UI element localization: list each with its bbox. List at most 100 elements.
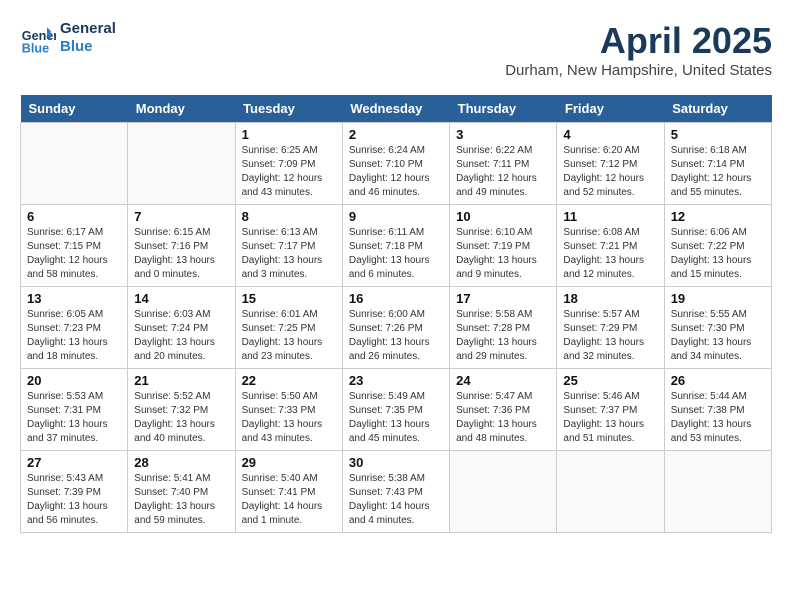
day-number: 3 <box>456 127 550 142</box>
day-number: 2 <box>349 127 443 142</box>
day-number: 10 <box>456 209 550 224</box>
day-info: Sunrise: 6:11 AM Sunset: 7:18 PM Dayligh… <box>349 226 443 282</box>
day-number: 8 <box>242 209 336 224</box>
calendar-cell: 16 Sunrise: 6:00 AM Sunset: 7:26 PM Dayli… <box>342 287 449 369</box>
calendar-cell: 25 Sunrise: 5:46 AM Sunset: 7:37 PM Dayli… <box>557 369 664 451</box>
day-number: 13 <box>27 291 121 306</box>
day-info: Sunrise: 6:20 AM Sunset: 7:12 PM Dayligh… <box>563 144 657 200</box>
day-info: Sunrise: 6:10 AM Sunset: 7:19 PM Dayligh… <box>456 226 550 282</box>
calendar-cell: 4 Sunrise: 6:20 AM Sunset: 7:12 PM Daylig… <box>557 123 664 205</box>
day-number: 12 <box>671 209 765 224</box>
calendar-cell: 21 Sunrise: 5:52 AM Sunset: 7:32 PM Dayli… <box>128 369 235 451</box>
calendar-cell: 9 Sunrise: 6:11 AM Sunset: 7:18 PM Daylig… <box>342 205 449 287</box>
week-row-5: 27Sunrise: 5:43 AM Sunset: 7:39 PM Dayli… <box>21 451 772 533</box>
calendar-cell: 29 Sunrise: 5:40 AM Sunset: 7:41 PM Dayli… <box>235 451 342 533</box>
day-number: 19 <box>671 291 765 306</box>
month-title: April 2025 <box>505 20 772 62</box>
title-area: April 2025 Durham, New Hampshire, United… <box>505 20 772 79</box>
location: Durham, New Hampshire, United States <box>505 62 772 79</box>
calendar-cell: 26Sunrise: 5:44 AM Sunset: 7:38 PM Dayli… <box>664 369 771 451</box>
weekday-header-thursday: Thursday <box>450 95 557 123</box>
day-info: Sunrise: 5:41 AM Sunset: 7:40 PM Dayligh… <box>134 472 228 528</box>
logo: General Blue General Blue <box>20 20 116 56</box>
weekday-header-monday: Monday <box>128 95 235 123</box>
day-info: Sunrise: 6:03 AM Sunset: 7:24 PM Dayligh… <box>134 308 228 364</box>
day-number: 30 <box>349 455 443 470</box>
day-number: 11 <box>563 209 657 224</box>
week-row-4: 20 Sunrise: 5:53 AM Sunset: 7:31 PM Dayli… <box>21 369 772 451</box>
day-number: 23 <box>349 373 443 388</box>
calendar-cell: 13 Sunrise: 6:05 AM Sunset: 7:23 PM Dayli… <box>21 287 128 369</box>
svg-text:Blue: Blue <box>22 41 49 55</box>
day-info: Sunrise: 6:00 AM Sunset: 7:26 PM Dayligh… <box>349 308 443 364</box>
calendar-cell: 15 Sunrise: 6:01 AM Sunset: 7:25 PM Dayli… <box>235 287 342 369</box>
day-number: 6 <box>27 209 121 224</box>
calendar-cell: 10 Sunrise: 6:10 AM Sunset: 7:19 PM Dayli… <box>450 205 557 287</box>
day-number: 29 <box>242 455 336 470</box>
calendar-cell: 14 Sunrise: 6:03 AM Sunset: 7:24 PM Dayli… <box>128 287 235 369</box>
week-row-2: 6 Sunrise: 6:17 AM Sunset: 7:15 PM Daylig… <box>21 205 772 287</box>
calendar-cell: 18 Sunrise: 5:57 AM Sunset: 7:29 PM Dayli… <box>557 287 664 369</box>
day-number: 24 <box>456 373 550 388</box>
calendar-cell <box>450 451 557 533</box>
day-info: Sunrise: 5:55 AM Sunset: 7:30 PM Dayligh… <box>671 308 765 364</box>
day-number: 18 <box>563 291 657 306</box>
logo-line2: Blue <box>60 38 116 56</box>
calendar-table: SundayMondayTuesdayWednesdayThursdayFrid… <box>20 95 772 533</box>
calendar-cell: 3 Sunrise: 6:22 AM Sunset: 7:11 PM Daylig… <box>450 123 557 205</box>
day-number: 5 <box>671 127 765 142</box>
day-info: Sunrise: 5:50 AM Sunset: 7:33 PM Dayligh… <box>242 390 336 446</box>
day-number: 26 <box>671 373 765 388</box>
calendar-cell: 20 Sunrise: 5:53 AM Sunset: 7:31 PM Dayli… <box>21 369 128 451</box>
calendar-cell: 30 Sunrise: 5:38 AM Sunset: 7:43 PM Dayli… <box>342 451 449 533</box>
day-info: Sunrise: 6:25 AM Sunset: 7:09 PM Dayligh… <box>242 144 336 200</box>
weekday-header-row: SundayMondayTuesdayWednesdayThursdayFrid… <box>21 95 772 123</box>
calendar-cell: 6 Sunrise: 6:17 AM Sunset: 7:15 PM Daylig… <box>21 205 128 287</box>
calendar-cell <box>664 451 771 533</box>
calendar-cell: 27Sunrise: 5:43 AM Sunset: 7:39 PM Dayli… <box>21 451 128 533</box>
day-number: 15 <box>242 291 336 306</box>
logo-icon: General Blue <box>20 20 56 56</box>
calendar-cell: 7Sunrise: 6:15 AM Sunset: 7:16 PM Daylig… <box>128 205 235 287</box>
day-info: Sunrise: 5:53 AM Sunset: 7:31 PM Dayligh… <box>27 390 121 446</box>
day-info: Sunrise: 5:57 AM Sunset: 7:29 PM Dayligh… <box>563 308 657 364</box>
week-row-1: 1Sunrise: 6:25 AM Sunset: 7:09 PM Daylig… <box>21 123 772 205</box>
day-info: Sunrise: 5:52 AM Sunset: 7:32 PM Dayligh… <box>134 390 228 446</box>
calendar-cell <box>557 451 664 533</box>
calendar-cell: 12 Sunrise: 6:06 AM Sunset: 7:22 PM Dayli… <box>664 205 771 287</box>
day-info: Sunrise: 6:17 AM Sunset: 7:15 PM Dayligh… <box>27 226 121 282</box>
day-number: 4 <box>563 127 657 142</box>
day-number: 9 <box>349 209 443 224</box>
day-number: 14 <box>134 291 228 306</box>
day-number: 16 <box>349 291 443 306</box>
weekday-header-saturday: Saturday <box>664 95 771 123</box>
day-number: 25 <box>563 373 657 388</box>
calendar-cell: 8 Sunrise: 6:13 AM Sunset: 7:17 PM Daylig… <box>235 205 342 287</box>
weekday-header-friday: Friday <box>557 95 664 123</box>
calendar-cell: 1Sunrise: 6:25 AM Sunset: 7:09 PM Daylig… <box>235 123 342 205</box>
day-number: 17 <box>456 291 550 306</box>
day-info: Sunrise: 6:05 AM Sunset: 7:23 PM Dayligh… <box>27 308 121 364</box>
day-info: Sunrise: 5:40 AM Sunset: 7:41 PM Dayligh… <box>242 472 336 528</box>
day-info: Sunrise: 6:13 AM Sunset: 7:17 PM Dayligh… <box>242 226 336 282</box>
day-number: 21 <box>134 373 228 388</box>
day-info: Sunrise: 6:24 AM Sunset: 7:10 PM Dayligh… <box>349 144 443 200</box>
day-info: Sunrise: 6:06 AM Sunset: 7:22 PM Dayligh… <box>671 226 765 282</box>
day-info: Sunrise: 5:46 AM Sunset: 7:37 PM Dayligh… <box>563 390 657 446</box>
day-info: Sunrise: 6:22 AM Sunset: 7:11 PM Dayligh… <box>456 144 550 200</box>
day-info: Sunrise: 5:38 AM Sunset: 7:43 PM Dayligh… <box>349 472 443 528</box>
calendar-cell: 24Sunrise: 5:47 AM Sunset: 7:36 PM Dayli… <box>450 369 557 451</box>
page-header: General Blue General Blue April 2025 Dur… <box>20 20 772 79</box>
day-number: 20 <box>27 373 121 388</box>
week-row-3: 13 Sunrise: 6:05 AM Sunset: 7:23 PM Dayli… <box>21 287 772 369</box>
day-number: 28 <box>134 455 228 470</box>
day-info: Sunrise: 6:18 AM Sunset: 7:14 PM Dayligh… <box>671 144 765 200</box>
day-info: Sunrise: 6:01 AM Sunset: 7:25 PM Dayligh… <box>242 308 336 364</box>
day-info: Sunrise: 6:08 AM Sunset: 7:21 PM Dayligh… <box>563 226 657 282</box>
calendar-cell <box>128 123 235 205</box>
weekday-header-wednesday: Wednesday <box>342 95 449 123</box>
day-info: Sunrise: 5:58 AM Sunset: 7:28 PM Dayligh… <box>456 308 550 364</box>
calendar-cell: 11 Sunrise: 6:08 AM Sunset: 7:21 PM Dayli… <box>557 205 664 287</box>
day-info: Sunrise: 5:43 AM Sunset: 7:39 PM Dayligh… <box>27 472 121 528</box>
calendar-cell: 19 Sunrise: 5:55 AM Sunset: 7:30 PM Dayli… <box>664 287 771 369</box>
